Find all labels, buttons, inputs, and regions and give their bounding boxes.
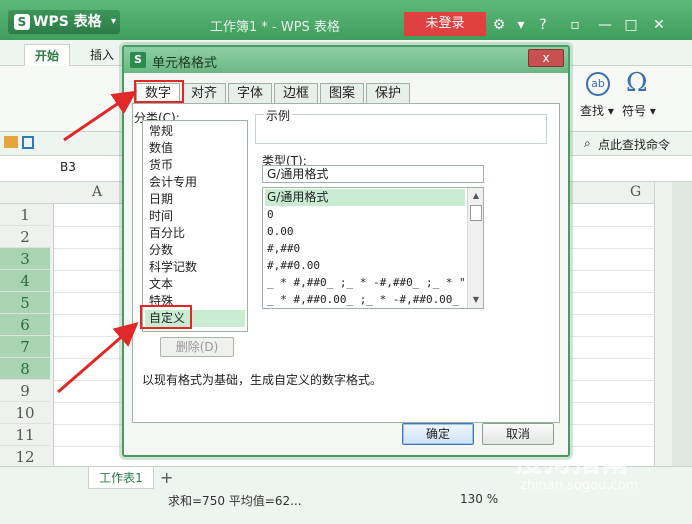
dialog-title: 单元格格式: [152, 56, 218, 71]
category-item[interactable]: 日期: [145, 191, 245, 208]
delete-button[interactable]: 删除(D): [160, 337, 234, 357]
ok-button[interactable]: 确定: [402, 423, 474, 445]
format-cells-dialog: S 单元格格式 x 数字 对齐 字体 边框 图案 保护 分类(C): 常规 数值…: [122, 45, 570, 457]
format-item[interactable]: _ * #,##0.00_ ;_ * -#,##0.00_ ;_…: [265, 291, 465, 308]
sample-box: [255, 114, 547, 144]
login-button[interactable]: 未登录: [404, 12, 486, 36]
status-summary: 求和=750 平均值=62...: [168, 494, 302, 508]
format-item[interactable]: G/通用格式: [265, 189, 465, 206]
cancel-button[interactable]: 取消: [482, 423, 554, 445]
scroll-up-icon[interactable]: ▲: [470, 190, 482, 202]
open-icon[interactable]: [4, 136, 18, 148]
minimize-icon[interactable]: —: [596, 16, 614, 34]
close-icon[interactable]: ✕: [650, 16, 668, 34]
scroll-thumb[interactable]: [470, 205, 482, 221]
row-label[interactable]: 12: [0, 446, 50, 466]
row-label[interactable]: 7: [0, 336, 50, 358]
sample-label: 示例: [264, 107, 293, 124]
maximize-icon[interactable]: □: [622, 16, 640, 34]
row-label[interactable]: 9: [0, 380, 50, 402]
category-item[interactable]: 会计专用: [145, 174, 245, 191]
save-icon[interactable]: [22, 136, 34, 149]
format-list-scrollbar[interactable]: ▲ ▼: [467, 188, 483, 308]
add-sheet-button[interactable]: +: [160, 468, 173, 487]
dialog-close-button[interactable]: x: [528, 49, 564, 67]
watermark-url: zhinan.sogou.com: [520, 478, 639, 493]
tab-pattern[interactable]: 图案: [320, 83, 364, 103]
row-label[interactable]: 3: [0, 248, 50, 270]
category-item[interactable]: 分数: [145, 242, 245, 259]
row-label[interactable]: 1: [0, 204, 50, 226]
wps-logo-icon: S: [14, 14, 30, 30]
column-label-a[interactable]: A: [92, 184, 102, 200]
annotation-box-number-tab: [134, 80, 184, 103]
custom-format-description: 以现有格式为基础，生成自定义的数字格式。: [142, 373, 383, 387]
format-item[interactable]: 0.00: [265, 223, 465, 240]
row-label[interactable]: 6: [0, 314, 50, 336]
tab-insert[interactable]: 插入: [80, 44, 124, 66]
row-label[interactable]: 2: [0, 226, 50, 248]
tab-alignment[interactable]: 对齐: [182, 83, 226, 103]
command-search[interactable]: 点此查找命令: [598, 136, 670, 153]
column-label-g[interactable]: G: [630, 184, 641, 200]
document-title: 工作簿1 * - WPS 表格: [210, 20, 340, 35]
category-item[interactable]: 百分比: [145, 225, 245, 242]
row-label[interactable]: 4: [0, 270, 50, 292]
format-item[interactable]: #,##0: [265, 240, 465, 257]
row-header: 1 2 3 4 5 6 7 8 9 10 11 12: [0, 204, 54, 466]
symbol-button[interactable]: 符号 ▾: [622, 102, 656, 119]
help-icon[interactable]: ?: [534, 16, 552, 34]
annotation-box-custom: [140, 305, 192, 329]
tab-font[interactable]: 字体: [228, 83, 272, 103]
category-item[interactable]: 文本: [145, 276, 245, 293]
category-item[interactable]: 时间: [145, 208, 245, 225]
app-menu-button[interactable]: S WPS 表格 ▾: [8, 10, 120, 34]
category-item[interactable]: 数值: [145, 140, 245, 157]
vertical-scrollbar[interactable]: [654, 182, 672, 466]
format-item[interactable]: #,##0.00: [265, 257, 465, 274]
find-button[interactable]: 查找 ▾: [580, 102, 614, 119]
tab-start[interactable]: 开始: [24, 44, 71, 66]
symbol-icon[interactable]: Ω: [626, 68, 648, 98]
scroll-down-icon[interactable]: ▼: [470, 294, 482, 306]
zoom-level[interactable]: 130 %: [460, 492, 498, 506]
category-item[interactable]: 科学记数: [145, 259, 245, 276]
row-label[interactable]: 8: [0, 358, 50, 380]
format-item[interactable]: 0: [265, 206, 465, 223]
cell-reference[interactable]: B3: [60, 160, 76, 174]
status-bar: 求和=750 平均值=62... 130 %: [0, 490, 692, 524]
title-bar: S WPS 表格 ▾ 工作簿1 * - WPS 表格 未登录 ⚙ ▾ ? ▫ — …: [0, 0, 692, 40]
row-label[interactable]: 10: [0, 402, 50, 424]
tab-protection[interactable]: 保护: [366, 83, 410, 103]
row-label[interactable]: 11: [0, 424, 50, 446]
chevron-down-icon: ▾: [110, 16, 116, 27]
settings-icon[interactable]: ⚙: [490, 16, 508, 34]
wps-logo-icon: S: [130, 52, 146, 68]
category-item[interactable]: 常规: [145, 123, 245, 140]
row-label[interactable]: 5: [0, 292, 50, 314]
sheet-tab[interactable]: 工作表1: [88, 467, 154, 489]
type-input[interactable]: G/通用格式: [262, 165, 484, 183]
restore-icon[interactable]: ▫: [566, 16, 584, 34]
category-list[interactable]: 常规 数值 货币 会计专用 日期 时间 百分比 分数 科学记数 文本 特殊 自定…: [142, 120, 248, 332]
search-icon[interactable]: ⌕: [584, 136, 591, 151]
category-item[interactable]: 货币: [145, 157, 245, 174]
format-item[interactable]: _ * #,##0_ ;_ * -#,##0_ ;_ * "-"…: [265, 274, 465, 291]
dialog-title-bar: S 单元格格式 x: [124, 47, 568, 73]
skin-icon[interactable]: ▾: [512, 16, 530, 34]
tab-border[interactable]: 边框: [274, 83, 318, 103]
format-list[interactable]: G/通用格式 0 0.00 #,##0 #,##0.00 _ * #,##0_ …: [262, 187, 484, 309]
find-icon[interactable]: ab: [586, 72, 610, 96]
